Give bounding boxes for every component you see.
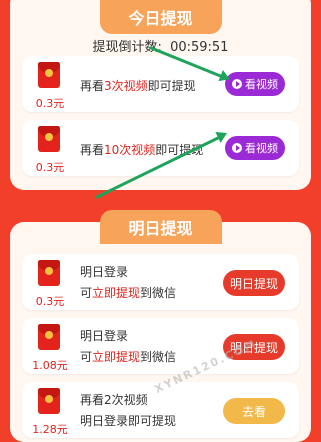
tomorrow-withdraw-button[interactable]: 明日提现 <box>223 270 285 296</box>
watch-video-button[interactable]: 看视频 <box>225 136 285 160</box>
task-description: 再看3次视频即可提现 <box>80 79 196 93</box>
task-line1: 明日登录 <box>80 329 129 343</box>
play-icon <box>232 143 242 153</box>
reward-amount: 1.08元 <box>32 359 68 372</box>
today-withdraw-panel: 今日提现 提现倒计数: 00:59:51 0.3元 再看3次视频即可提现 看视频… <box>10 0 311 190</box>
red-envelope-icon <box>32 388 66 422</box>
red-envelope-icon <box>32 126 66 160</box>
today-withdraw-tab: 今日提现 <box>99 0 222 34</box>
red-envelope-icon <box>32 260 66 294</box>
tomorrow-withdraw-tab: 明日提现 <box>99 210 222 244</box>
task-card: 0.3元 明日登录 可立即提现到微信 明日提现 <box>22 254 299 310</box>
red-envelope-icon <box>32 324 66 358</box>
task-line1: 再看2次视频 <box>80 393 148 407</box>
task-line2: 可立即提现到微信 <box>80 286 177 300</box>
reward-amount: 0.3元 <box>35 295 65 308</box>
countdown-time: 00:59:51 <box>170 40 229 55</box>
play-icon <box>232 79 242 89</box>
watch-video-button[interactable]: 看视频 <box>225 72 285 96</box>
red-envelope-icon <box>32 62 66 96</box>
task-line2: 明日登录即可提现 <box>80 414 177 428</box>
tomorrow-withdraw-panel: 明日提现 0.3元 明日登录 可立即提现到微信 明日提现 1.08元 明日登录 … <box>10 210 311 442</box>
task-card: 0.3元 再看3次视频即可提现 看视频 <box>22 56 299 112</box>
go-watch-button[interactable]: 去看 <box>223 398 285 424</box>
reward-amount: 0.3元 <box>35 161 65 174</box>
task-line1: 明日登录 <box>80 265 129 279</box>
reward-amount: 0.3元 <box>35 97 65 110</box>
reward-amount: 1.28元 <box>32 423 68 436</box>
task-line2: 可立即提现到微信 <box>80 350 177 364</box>
